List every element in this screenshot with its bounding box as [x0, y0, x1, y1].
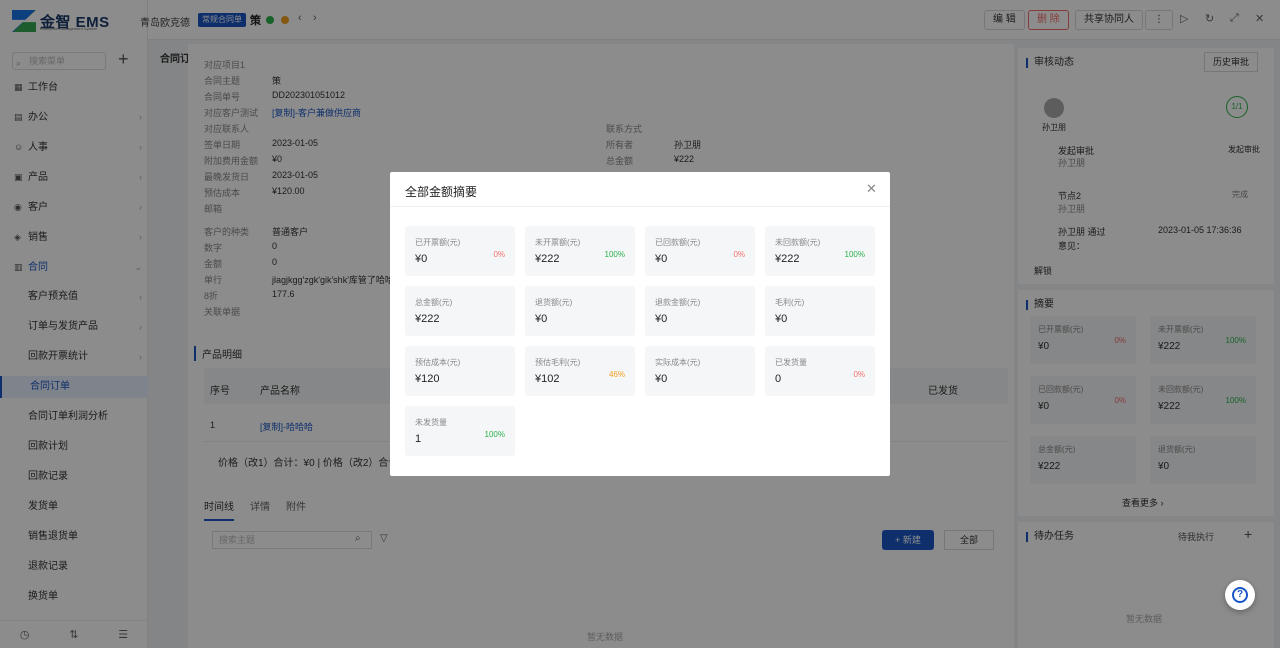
summary-card: 预估成本(元) ¥120	[405, 346, 515, 396]
card-value: ¥222	[415, 313, 440, 325]
summary-card: 未发货量 1 100%	[405, 406, 515, 456]
summary-card: 已开票额(元) ¥0 0%	[405, 226, 515, 276]
summary-card: 退货额(元) ¥0	[525, 286, 635, 336]
close-icon[interactable]: ✕	[866, 181, 877, 197]
card-value: ¥120	[415, 373, 440, 385]
card-value: ¥102	[535, 373, 560, 385]
summary-card: 已回款额(元) ¥0 0%	[645, 226, 755, 276]
card-label: 未发货量	[415, 418, 447, 427]
card-value: ¥0	[655, 313, 668, 325]
summary-card: 实际成本(元) ¥0	[645, 346, 755, 396]
card-value: ¥0	[535, 313, 548, 325]
card-label: 实际成本(元)	[655, 358, 701, 367]
card-percent: 100%	[484, 430, 505, 439]
card-percent: 100%	[844, 250, 865, 259]
card-value: ¥222	[535, 253, 560, 265]
help-button[interactable]: ?	[1225, 580, 1255, 610]
card-label: 退货额(元)	[535, 298, 573, 307]
card-label: 毛利(元)	[775, 298, 805, 307]
card-percent: 46%	[608, 370, 625, 379]
card-percent: 0%	[853, 370, 865, 379]
summary-card: 毛利(元) ¥0	[765, 286, 875, 336]
divider	[390, 206, 890, 207]
card-label: 未开票额(元)	[535, 238, 581, 247]
card-label: 退款金额(元)	[655, 298, 701, 307]
dialog-title: 全部金额摘要	[405, 185, 478, 199]
card-value: ¥0	[655, 373, 668, 385]
card-value: ¥0	[415, 253, 428, 265]
card-label: 已发货量	[775, 358, 807, 367]
help-icon: ?	[1232, 587, 1248, 603]
card-label: 已回款额(元)	[655, 238, 701, 247]
summary-card: 预估毛利(元) ¥102 46%	[525, 346, 635, 396]
card-percent: 0%	[493, 250, 505, 259]
card-value: ¥0	[655, 253, 668, 265]
card-value: ¥0	[775, 313, 788, 325]
summary-card: 已发货量 0 0%	[765, 346, 875, 396]
amount-summary-dialog: 全部金额摘要 ✕ 已开票额(元) ¥0 0% 未开票额(元) ¥222 100% 已回款额(…	[390, 172, 890, 476]
card-value: ¥222	[775, 253, 800, 265]
card-percent: 100%	[604, 250, 625, 259]
summary-card: 退款金额(元) ¥0	[645, 286, 755, 336]
summary-card: 未开票额(元) ¥222 100%	[525, 226, 635, 276]
card-label: 预估成本(元)	[415, 358, 461, 367]
card-value: 1	[415, 433, 422, 445]
summary-card: 总金额(元) ¥222	[405, 286, 515, 336]
card-label: 未回款额(元)	[775, 238, 821, 247]
card-label: 已开票额(元)	[415, 238, 461, 247]
card-percent: 0%	[733, 250, 745, 259]
summary-card: 未回款额(元) ¥222 100%	[765, 226, 875, 276]
card-label: 总金额(元)	[415, 298, 453, 307]
card-value: 0	[775, 373, 782, 385]
card-label: 预估毛利(元)	[535, 358, 581, 367]
